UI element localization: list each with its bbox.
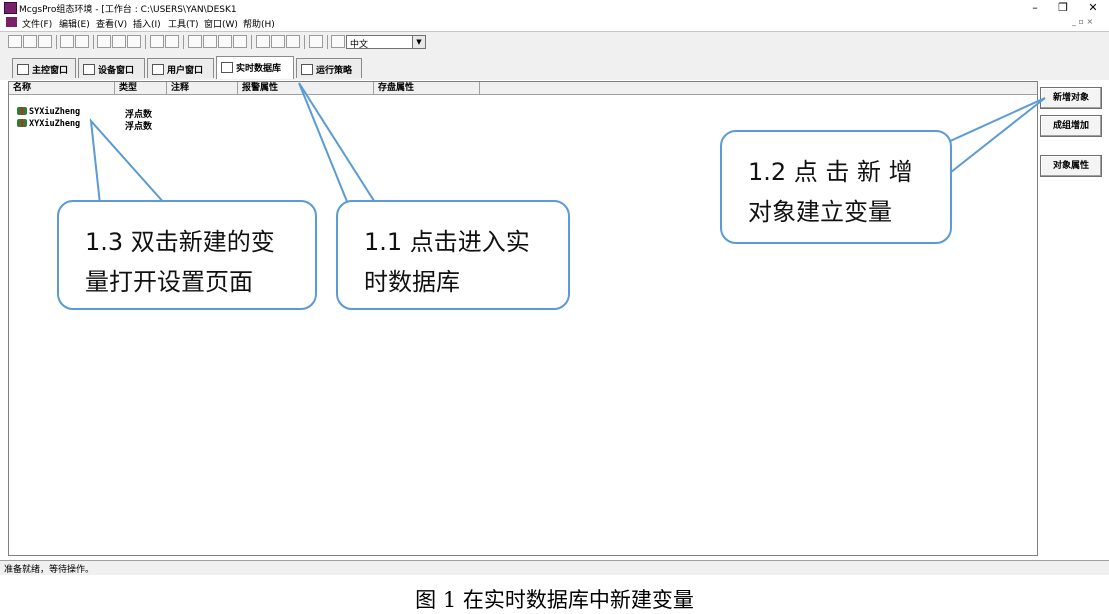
- language-select[interactable]: 中文 ▼: [346, 35, 426, 50]
- column-name[interactable]: 名称: [9, 82, 115, 94]
- app-icon: [4, 2, 17, 14]
- copy-icon[interactable]: [112, 35, 126, 48]
- open-folder-icon[interactable]: [23, 35, 37, 48]
- menu-window[interactable]: 窗口(W): [204, 17, 238, 30]
- save-icon[interactable]: [38, 35, 52, 48]
- device-icon: [83, 64, 95, 75]
- tab-realtime-database[interactable]: 实时数据库: [216, 56, 294, 79]
- redo-icon[interactable]: [165, 35, 179, 48]
- new-object-button[interactable]: 新增对象: [1040, 87, 1102, 109]
- run-icon[interactable]: [286, 35, 300, 48]
- variable-icon: [17, 107, 27, 115]
- menu-view[interactable]: 查看(V): [96, 17, 127, 30]
- toolbar-separator: [56, 35, 57, 49]
- minimize-button[interactable]: –: [1022, 0, 1048, 15]
- status-text: 准备就绪，等待操作。: [4, 565, 95, 575]
- mdi-controls[interactable]: _ ▫ ×: [1072, 17, 1093, 26]
- callout-1-2-line1: 1.2 点 击 新 增: [748, 158, 913, 186]
- undo-icon[interactable]: [150, 35, 164, 48]
- column-header-row: 名称 类型 注释 报警属性 存盘属性: [9, 82, 1037, 95]
- menu-edit[interactable]: 编辑(E): [59, 17, 90, 30]
- print-preview-icon[interactable]: [75, 35, 89, 48]
- callout-1-3: 1.3 双击新建的变 量打开设置页面: [57, 200, 317, 310]
- group-add-button[interactable]: 成组增加: [1040, 115, 1102, 137]
- column-type[interactable]: 类型: [115, 82, 167, 94]
- callout-1-3-line1: 1.3 双击新建的变: [85, 228, 275, 256]
- row-type: 浮点数: [125, 122, 153, 132]
- variable-icon: [17, 119, 27, 127]
- properties-icon[interactable]: [256, 35, 270, 48]
- sort-icon[interactable]: [188, 35, 202, 48]
- grid-icon[interactable]: [233, 35, 247, 48]
- callout-1-2-line2: 对象建立变量: [748, 198, 892, 226]
- language-value: 中文: [350, 40, 369, 50]
- close-button[interactable]: ✕: [1080, 0, 1106, 15]
- title-bar: McgsPro组态环境 - [工作台 : C:\USERS\YAN\DESK1 …: [0, 0, 1109, 15]
- tab-user-window[interactable]: 用户窗口: [147, 58, 214, 78]
- callout-1-1-line2: 时数据库: [364, 268, 460, 296]
- callout-1-1: 1.1 点击进入实 时数据库: [336, 200, 570, 310]
- toolbar-separator: [183, 35, 184, 49]
- menu-insert[interactable]: 插入(I): [133, 17, 161, 30]
- new-file-icon[interactable]: [8, 35, 22, 48]
- callout-1-1-line1: 1.1 点击进入实: [364, 228, 530, 256]
- strategy-icon: [301, 64, 313, 75]
- object-props-button[interactable]: 对象属性: [1040, 155, 1102, 177]
- toolbar-separator: [304, 35, 305, 49]
- user-window-icon: [152, 64, 164, 75]
- table-row[interactable]: SYXiuZheng: [17, 107, 80, 118]
- callout-1-3-line2: 量打开设置页面: [85, 268, 253, 296]
- window-title: McgsPro组态环境 - [工作台 : C:\USERS\YAN\DESK1: [19, 5, 237, 15]
- window-icon: [17, 64, 29, 75]
- column-storage[interactable]: 存盘属性: [374, 82, 480, 94]
- tab-device-window[interactable]: 设备窗口: [78, 58, 145, 78]
- database-icon: [221, 62, 233, 73]
- check-icon[interactable]: [271, 35, 285, 48]
- language-icon: [331, 35, 345, 48]
- document-icon: [6, 17, 17, 27]
- menu-bar: 文件(F) 编辑(E) 查看(V) 插入(I) 工具(T) 窗口(W) 帮助(H…: [0, 15, 1109, 30]
- toolbar: 中文 ▼: [0, 31, 1109, 53]
- chevron-down-icon[interactable]: ▼: [412, 36, 425, 48]
- status-bar: 准备就绪，等待操作。: [0, 560, 1109, 575]
- figure-caption: 图 1 在实时数据库中新建变量: [415, 588, 694, 612]
- tab-run-strategy[interactable]: 运行策略: [296, 58, 362, 78]
- menu-file[interactable]: 文件(F): [22, 17, 52, 30]
- cut-icon[interactable]: [97, 35, 111, 48]
- table-row[interactable]: XYXiuZheng: [17, 119, 80, 130]
- help-icon[interactable]: [309, 35, 323, 48]
- menu-help[interactable]: 帮助(H): [243, 17, 275, 30]
- tab-bar: 主控窗口 设备窗口 用户窗口 实时数据库 运行策略: [0, 52, 1109, 80]
- list-icon[interactable]: [203, 35, 217, 48]
- menu-tools[interactable]: 工具(T): [168, 17, 199, 30]
- tab-main-window[interactable]: 主控窗口: [12, 58, 76, 78]
- restore-button[interactable]: ❐: [1050, 0, 1076, 15]
- toolbar-separator: [251, 35, 252, 49]
- column-comment[interactable]: 注释: [167, 82, 238, 94]
- print-icon[interactable]: [60, 35, 74, 48]
- callout-1-2: 1.2 点 击 新 增 对象建立变量: [720, 130, 952, 244]
- toolbar-separator: [93, 35, 94, 49]
- column-alarm[interactable]: 报警属性: [238, 82, 374, 94]
- toolbar-separator: [145, 35, 146, 49]
- toolbar-separator: [327, 35, 328, 49]
- paste-icon[interactable]: [127, 35, 141, 48]
- detail-list-icon[interactable]: [218, 35, 232, 48]
